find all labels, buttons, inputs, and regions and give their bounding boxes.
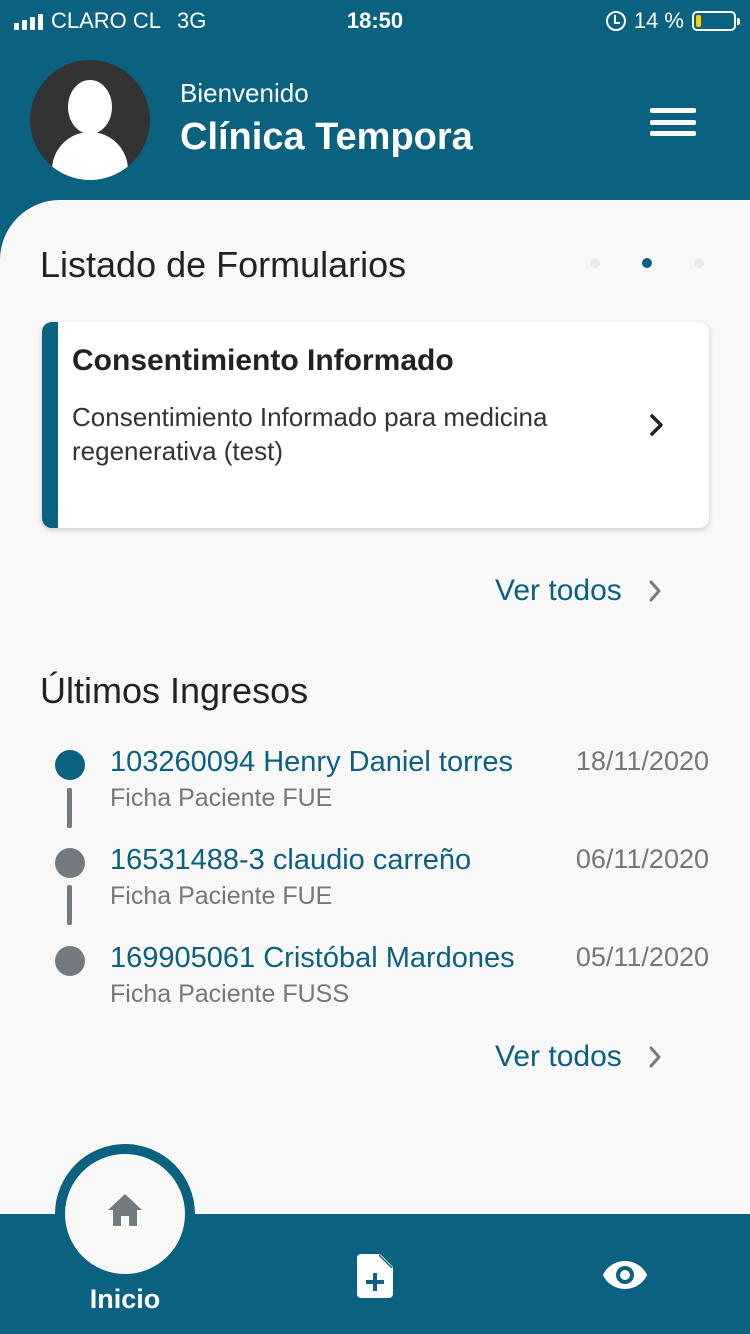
battery-icon (692, 11, 740, 31)
recent-section-title: Últimos Ingresos (40, 670, 309, 711)
forms-see-all-label: Ver todos (495, 574, 622, 607)
home-tab-button[interactable] (65, 1154, 185, 1274)
welcome-text: Bienvenido (180, 78, 309, 108)
alarm-icon (605, 11, 626, 31)
timeline-dot (55, 848, 85, 878)
list-item[interactable]: 103260094 Henry Daniel torres 18/11/2020… (0, 746, 750, 812)
form-card-description: Consentimiento Informado para medicina r… (72, 402, 548, 466)
chevron-right-icon (649, 580, 661, 602)
form-card-title: Consentimiento Informado (72, 344, 454, 377)
battery-fill (696, 15, 702, 27)
entry-date: 18/11/2020 (575, 746, 709, 776)
patient-name: 103260094 Henry Daniel torres (110, 746, 514, 778)
entry-date: 06/11/2020 (575, 844, 709, 874)
carousel-dot[interactable] (694, 258, 704, 268)
carousel-dot[interactable] (590, 258, 600, 268)
entry-date: 05/11/2020 (575, 942, 709, 972)
patient-name: 16531488-3 claudio carreño (110, 844, 472, 876)
home-icon (108, 1194, 142, 1226)
status-right: 14 % (605, 8, 740, 34)
form-name: Ficha Paciente FUE (110, 882, 333, 910)
avatar-body (52, 132, 128, 180)
add-document-icon[interactable] (357, 1254, 393, 1298)
chevron-right-icon (649, 1046, 661, 1068)
avatar-head (68, 80, 112, 134)
form-card[interactable]: Consentimiento Informado Consentimiento … (42, 322, 709, 528)
patient-name: 169905061 Cristóbal Mardones (110, 942, 515, 974)
timeline-connector (67, 885, 72, 925)
chevron-right-icon (650, 414, 663, 436)
carousel-indicator (590, 258, 704, 268)
form-name: Ficha Paciente FUE (110, 784, 333, 812)
list-item[interactable]: 169905061 Cristóbal Mardones 05/11/2020 … (0, 942, 750, 1008)
list-item[interactable]: 16531488-3 claudio carreño 06/11/2020 Fi… (0, 844, 750, 910)
recent-see-all-label: Ver todos (495, 1040, 622, 1073)
timeline-dot (55, 946, 85, 976)
avatar[interactable] (30, 60, 150, 180)
timeline-connector (67, 788, 72, 828)
app-header: Bienvenido Clínica Tempora (0, 40, 750, 200)
tab-home-label: Inicio (89, 1284, 161, 1314)
hamburger-menu-icon[interactable] (650, 108, 696, 136)
timeline-dot (55, 750, 85, 780)
carousel-dot-active[interactable] (642, 258, 652, 268)
forms-see-all-link[interactable]: Ver todos (495, 574, 662, 608)
eye-icon[interactable] (602, 1260, 648, 1290)
clinic-name: Clínica Tempora (180, 116, 473, 158)
form-name: Ficha Paciente FUSS (110, 980, 349, 1008)
recent-see-all-link[interactable]: Ver todos (495, 1040, 662, 1074)
status-bar: CLARO CL 3G 18:50 14 % (0, 0, 750, 40)
battery-percent: 14 % (633, 8, 684, 33)
forms-section-title: Listado de Formularios (40, 244, 407, 285)
main-content: Listado de Formularios Consentimiento In… (0, 200, 750, 1214)
